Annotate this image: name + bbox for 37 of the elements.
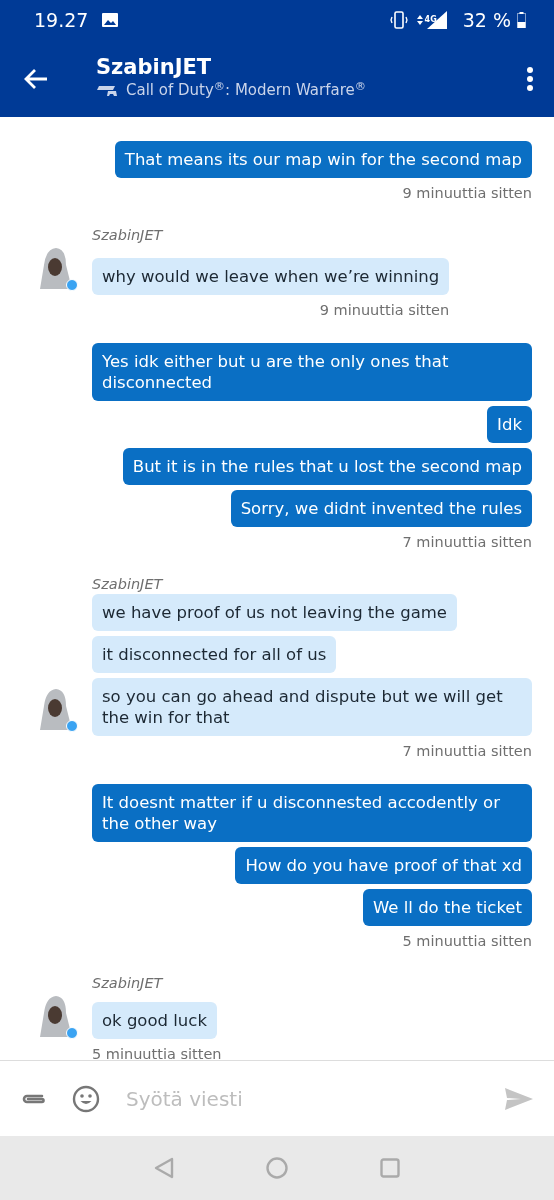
- message-bubble: But it is in the rules that u lost the second map: [122, 448, 532, 485]
- message-bubble: It doesnt matter if u disconnested accodently or the other way: [92, 784, 532, 842]
- timestamp-text: 7 minuuttia sitten: [402, 533, 532, 551]
- timestamp-text: 5 minuuttia sitten: [402, 932, 532, 950]
- message-bubble: Sorry, we didnt invented the rules: [230, 490, 532, 527]
- signal-icon: [415, 13, 424, 27]
- emoji-icon[interactable]: [72, 1084, 100, 1113]
- console-icon: [96, 84, 118, 97]
- message-bubble: Yes idk either but u are the only ones that disconnected: [92, 343, 532, 401]
- game-subtitle: Call of Duty$^{®}$: Modern Warfare$^{®}$: [126, 79, 366, 102]
- contact-name: SzabinJET: [96, 55, 213, 80]
- message-bubble: why would we leave when we’re winning: [92, 258, 450, 295]
- signal-bars-icon: [426, 11, 447, 29]
- message-input[interactable]: Syötä viesti: [124, 1082, 480, 1115]
- timestamp-text: 7 minuuttia sitten: [402, 742, 532, 760]
- message-bubble: We ll do the ticket: [363, 889, 532, 926]
- timestamp-text: 9 minuuttia sitten: [402, 184, 532, 202]
- sender-name: SzabinJET: [92, 575, 165, 593]
- sender-name: SzabinJET: [92, 226, 165, 244]
- clock-text: 19.27: [34, 7, 89, 33]
- message-bubble: so you can go ahead and dispute but we will get the win for that: [92, 678, 532, 736]
- sender-name: SzabinJET: [92, 974, 165, 992]
- image-icon: [102, 13, 119, 27]
- message-bubble: Idk: [487, 406, 532, 443]
- timestamp-text: 9 minuuttia sitten: [319, 301, 450, 319]
- message-bubble: we have proof of us not leaving the game: [92, 594, 457, 631]
- battery-icon: [517, 12, 526, 28]
- network-label: 4G: [424, 16, 437, 24]
- message-bubble: it disconnected for all of us: [92, 636, 337, 673]
- more-options-icon[interactable]: [526, 65, 534, 92]
- back-arrow-icon[interactable]: [24, 67, 48, 90]
- message-bubble: That means its our map win for the second map: [114, 141, 532, 178]
- battery-text: 32 %: [462, 7, 511, 33]
- message-bubble: How do you have proof of that xd: [235, 847, 532, 884]
- vibrate-icon: [389, 11, 408, 29]
- timestamp-text: 5 minuuttia sitten: [92, 1045, 222, 1060]
- message-bubble: ok good luck: [92, 1002, 217, 1039]
